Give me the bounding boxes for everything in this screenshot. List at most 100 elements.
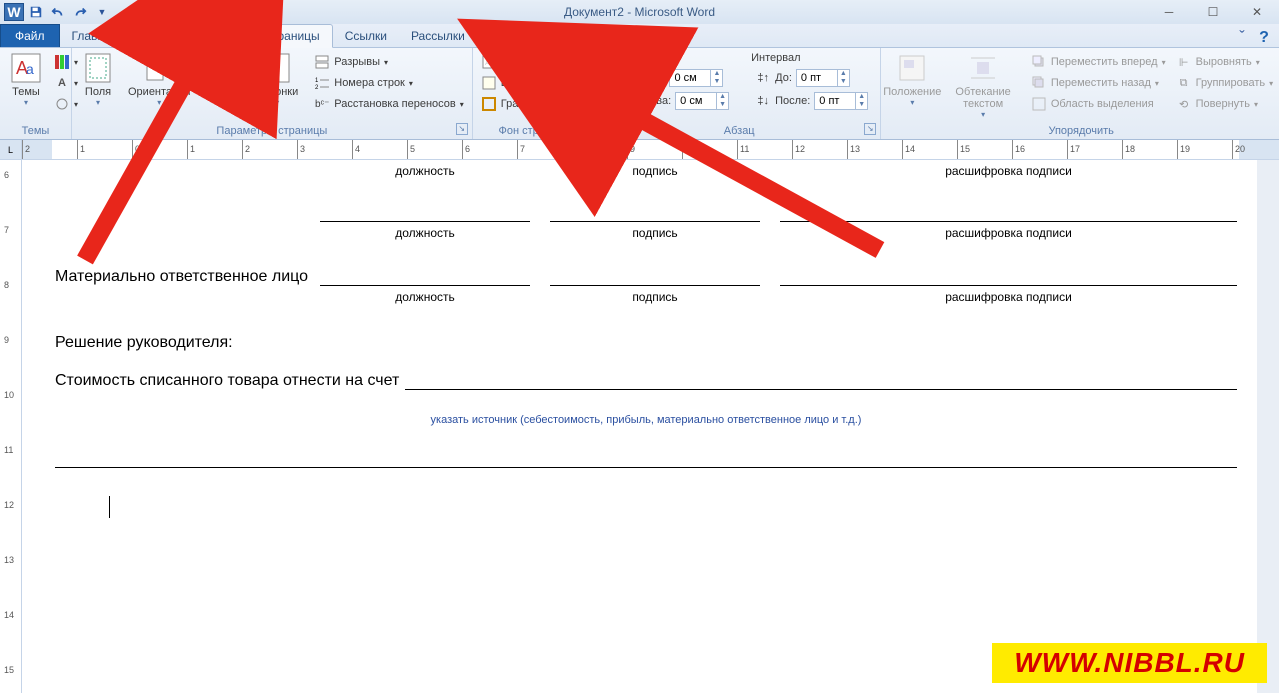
- group-paragraph: Отступ ≡←Слева:▲▼ →≡Справа:▲▼ Интервал ‡…: [598, 48, 881, 139]
- label-signature-2: подпись: [550, 226, 760, 240]
- svg-text:a: a: [26, 61, 34, 77]
- writeoff-line: [405, 372, 1237, 390]
- paragraph-dialog-launcher[interactable]: ↘: [864, 123, 876, 135]
- svg-text:1: 1: [315, 78, 319, 84]
- label-signature-1: подпись: [550, 164, 760, 178]
- quick-access-toolbar: W ▼: [0, 3, 112, 21]
- spacing-header: Интервал: [751, 52, 872, 66]
- maximize-button[interactable]: ☐: [1191, 0, 1235, 24]
- send-backward-button: Переместить назад ▾: [1027, 73, 1170, 93]
- document-page[interactable]: должность подпись расшифровка подписи до…: [22, 160, 1257, 693]
- sigline-position-2: [320, 204, 530, 222]
- tab-view[interactable]: Вид: [593, 25, 639, 47]
- margins-button[interactable]: Поля▾: [76, 50, 120, 109]
- tab-review[interactable]: Рецензирование: [477, 25, 594, 47]
- size-button[interactable]: Размер▾: [198, 50, 248, 109]
- hyphenation-button[interactable]: bᶜ⁻Расстановка переносов ▾: [310, 94, 468, 114]
- full-line: [55, 450, 1237, 468]
- group-page-setup-label: Параметры страницы: [76, 123, 468, 139]
- word-icon[interactable]: W: [4, 3, 24, 21]
- minimize-ribbon-icon[interactable]: ˇ: [1233, 29, 1251, 47]
- window-controls: ─ ☐ ✕: [1147, 0, 1279, 24]
- spacing-after-icon: ‡↓: [755, 93, 771, 109]
- columns-button[interactable]: Колонки▾: [250, 50, 304, 109]
- watermark-button[interactable]: AПодложка ▾: [477, 52, 593, 72]
- spacing-before-icon: ‡↑: [755, 70, 771, 86]
- ribbon-tabs: Файл Главная Вставка Разметка страницы С…: [0, 24, 1279, 48]
- spacing-after-row: ‡↓После:▲▼: [751, 90, 872, 112]
- spacing-before-row: ‡↑До:▲▼: [751, 67, 872, 89]
- indent-left-row: ≡←Слева:▲▼: [606, 67, 733, 89]
- page-color-button[interactable]: Цвет страницы ▾: [477, 73, 593, 93]
- group-button: ⧉Группировать ▾: [1172, 73, 1278, 93]
- sigline-signature-3: [550, 268, 760, 286]
- group-page-background-label: Фон страницы: [477, 123, 593, 139]
- wrap-text-button: Обтекание текстом▾: [941, 50, 1024, 121]
- indent-left-input[interactable]: ▲▼: [669, 69, 723, 87]
- undo-icon[interactable]: [48, 3, 68, 21]
- sigline-position-3: [320, 268, 530, 286]
- bring-forward-button: Переместить вперед ▾: [1027, 52, 1170, 72]
- indent-right-input[interactable]: ▲▼: [675, 92, 729, 110]
- watermark-label: WWW.NIBBL.RU: [992, 643, 1267, 683]
- text-cursor: [109, 496, 110, 518]
- tab-insert[interactable]: Вставка: [129, 25, 198, 47]
- redo-icon[interactable]: [70, 3, 90, 21]
- orientation-button[interactable]: Ориентация▾: [122, 50, 196, 109]
- ruler-row: L 21012345678910111213141516171819202122…: [0, 140, 1279, 160]
- group-themes-label: Темы: [4, 123, 67, 139]
- tab-references[interactable]: Ссылки: [333, 25, 399, 47]
- themes-button[interactable]: Aa Темы▾: [4, 50, 48, 109]
- svg-text:A: A: [485, 60, 490, 67]
- sigline-decipher-2: [780, 204, 1237, 222]
- indent-right-row: →≡Справа:▲▼: [606, 90, 733, 112]
- document-area: 6789101112131415 должность подпись расши…: [0, 160, 1279, 693]
- svg-text:2: 2: [315, 85, 319, 90]
- label-position-3: должность: [320, 290, 530, 304]
- group-arrange-label: Упорядочить: [885, 123, 1277, 139]
- qat-dropdown-icon[interactable]: ▼: [92, 3, 112, 21]
- group-themes: Aa Темы▾ ▾ A▾ ▾ Темы: [0, 48, 72, 139]
- label-position-2: должность: [320, 226, 530, 240]
- file-tab[interactable]: Файл: [0, 24, 60, 47]
- sigline-decipher-3: [780, 268, 1237, 286]
- writeoff-note: указать источник (себестоимость, прибыль…: [55, 414, 1237, 426]
- sigline-signature-2: [550, 204, 760, 222]
- save-icon[interactable]: [26, 3, 46, 21]
- indent-header: Отступ: [606, 52, 733, 66]
- close-button[interactable]: ✕: [1235, 0, 1279, 24]
- vertical-ruler[interactable]: 6789101112131415: [0, 160, 22, 693]
- title-bar: W ▼ Документ2 - Microsoft Word ─ ☐ ✕: [0, 0, 1279, 24]
- tab-home[interactable]: Главная: [60, 25, 130, 47]
- spacing-after-input[interactable]: ▲▼: [814, 92, 868, 110]
- group-arrange: Положение▾ Обтекание текстом▾ Переместит…: [881, 48, 1279, 139]
- breaks-button[interactable]: Разрывы ▾: [310, 52, 468, 72]
- tab-mailings[interactable]: Рассылки: [399, 25, 477, 47]
- align-button: ⊩Выровнять ▾: [1172, 52, 1278, 72]
- group-paragraph-label: Абзац: [602, 123, 876, 139]
- window-title: Документ2 - Microsoft Word: [0, 5, 1279, 19]
- minimize-button[interactable]: ─: [1147, 0, 1191, 24]
- ruler-corner[interactable]: L: [0, 140, 22, 159]
- indent-left-icon: ≡←: [610, 70, 626, 86]
- writeoff-label: Стоимость списанного товара отнести на с…: [55, 372, 399, 390]
- spacing-before-input[interactable]: ▲▼: [796, 69, 850, 87]
- help-icon[interactable]: ?: [1255, 29, 1273, 47]
- rotate-button: ⟲Повернуть ▾: [1172, 94, 1278, 114]
- page-borders-button[interactable]: Границы страниц: [477, 94, 593, 114]
- indent-right-icon: →≡: [610, 93, 626, 109]
- ribbon: Aa Темы▾ ▾ A▾ ▾ Темы Поля▾ Ориентация▾ Р…: [0, 48, 1279, 140]
- responsible-label: Материально ответственное лицо: [55, 268, 320, 286]
- label-decipher-3: расшифровка подписи: [780, 290, 1237, 304]
- decision-label: Решение руководителя:: [55, 334, 1237, 352]
- label-position-1: должность: [320, 164, 530, 178]
- page-setup-dialog-launcher[interactable]: ↘: [456, 123, 468, 135]
- line-numbers-button[interactable]: 12Номера строк ▾: [310, 73, 468, 93]
- label-decipher-1: расшифровка подписи: [780, 164, 1237, 178]
- label-signature-3: подпись: [550, 290, 760, 304]
- horizontal-ruler[interactable]: 2101234567891011121314151617181920212223…: [22, 140, 1279, 159]
- label-decipher-2: расшифровка подписи: [780, 226, 1237, 240]
- tab-page-layout[interactable]: Разметка страницы: [198, 24, 333, 48]
- selection-pane-button: Область выделения: [1027, 94, 1170, 114]
- position-button: Положение▾: [885, 50, 939, 109]
